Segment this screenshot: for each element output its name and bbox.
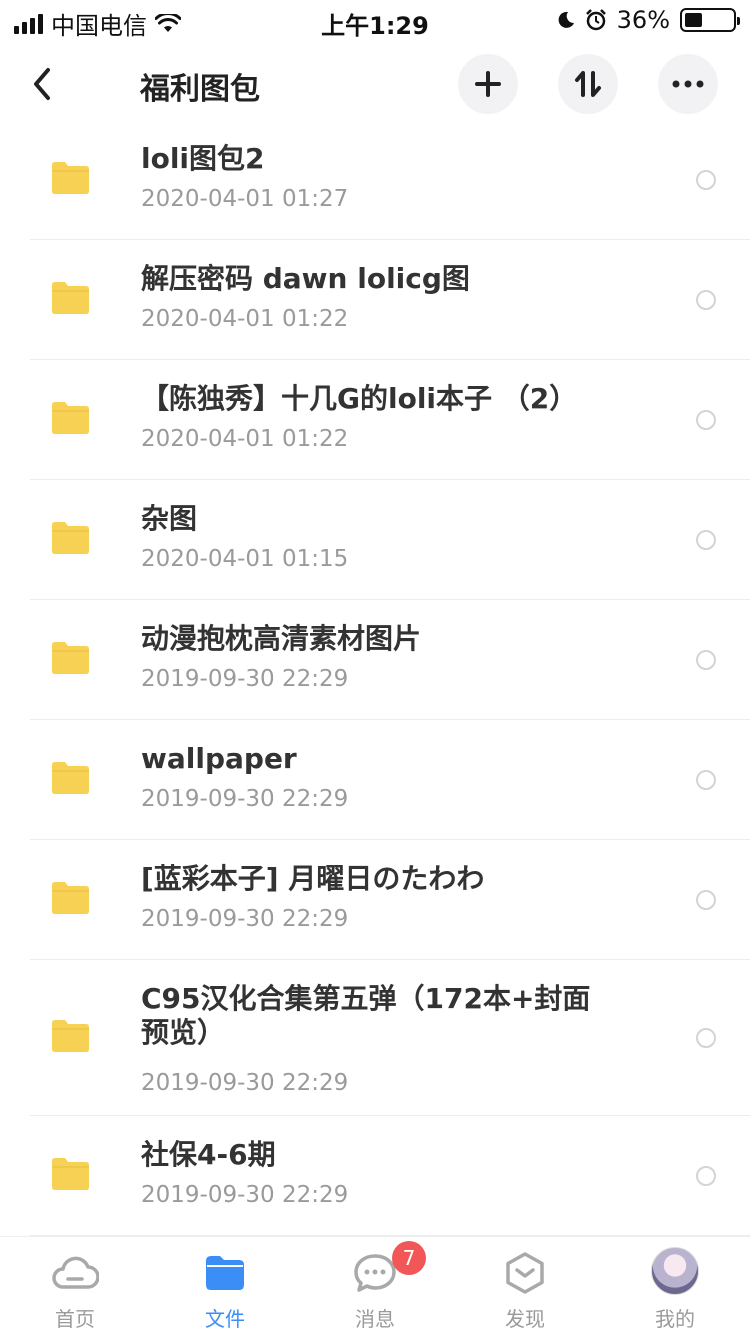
page-title: 福利图包 bbox=[140, 72, 260, 107]
folder-icon bbox=[52, 762, 89, 794]
tab-profile[interactable]: 我的 bbox=[600, 1237, 750, 1335]
select-radio[interactable] bbox=[696, 170, 716, 190]
list-item[interactable]: loli图包2 2020-04-01 01:27 bbox=[0, 120, 750, 240]
file-name: loli图包2 bbox=[141, 142, 265, 175]
sort-icon bbox=[575, 71, 601, 97]
file-date: 2020-04-01 01:22 bbox=[141, 306, 349, 332]
select-radio[interactable] bbox=[696, 890, 716, 910]
file-name: 解压密码 dawn lolicg图 bbox=[141, 262, 470, 295]
sort-button[interactable] bbox=[558, 54, 618, 114]
file-date: 2019-09-30 22:29 bbox=[141, 1070, 349, 1096]
tab-home[interactable]: 首页 bbox=[0, 1237, 150, 1335]
folder-icon bbox=[52, 1158, 89, 1190]
file-name: 动漫抱枕高清素材图片 bbox=[141, 622, 422, 655]
folder-icon bbox=[52, 1020, 89, 1052]
file-name: wallpaper bbox=[141, 742, 297, 775]
tab-bar: 首页 文件 消息 7 发现 我的 bbox=[0, 1236, 750, 1335]
tab-messages[interactable]: 消息 bbox=[300, 1237, 450, 1335]
list-item[interactable]: 社保4-6期 2019-09-30 22:29 bbox=[0, 1116, 750, 1236]
file-date: 2019-09-30 22:29 bbox=[141, 1182, 349, 1208]
file-date: 2019-09-30 22:29 bbox=[141, 906, 349, 932]
list-item[interactable]: C95汉化合集第五弹（172本+封面预览） 2019-09-30 22:29 bbox=[0, 960, 750, 1116]
folder-icon bbox=[52, 522, 89, 554]
list-item[interactable]: [蓝彩本子] 月曜日のたわわ 2019-09-30 22:29 bbox=[0, 840, 750, 960]
tab-files[interactable]: 文件 bbox=[150, 1237, 300, 1335]
discover-icon bbox=[506, 1252, 544, 1294]
file-name: 社保4-6期 bbox=[141, 1138, 276, 1171]
list-item[interactable]: 解压密码 dawn lolicg图 2020-04-01 01:22 bbox=[0, 240, 750, 360]
avatar bbox=[651, 1247, 699, 1295]
messages-badge: 7 bbox=[392, 1241, 426, 1275]
moon-icon bbox=[558, 11, 574, 28]
folder-icon bbox=[52, 402, 89, 434]
select-radio[interactable] bbox=[696, 1166, 716, 1186]
plus-icon bbox=[475, 71, 501, 97]
select-radio[interactable] bbox=[696, 650, 716, 670]
nav-header: 福利图包 bbox=[0, 48, 750, 120]
file-date: 2020-04-01 01:27 bbox=[141, 186, 349, 212]
file-list: loli图包2 2020-04-01 01:27 解压密码 dawn lolicg图… bbox=[0, 120, 750, 1236]
list-item[interactable]: 【陈独秀】十几G的loli本子 （2） 2020-04-01 01:22 bbox=[0, 360, 750, 480]
status-bar: 中国电信 上午1:29 36% bbox=[0, 0, 750, 40]
battery-icon bbox=[680, 8, 740, 32]
alarm-icon bbox=[585, 9, 606, 31]
tab-discover[interactable]: 发现 bbox=[450, 1237, 600, 1335]
back-icon bbox=[34, 68, 50, 100]
file-name: 杂图 bbox=[141, 502, 198, 535]
back-button[interactable] bbox=[26, 62, 66, 106]
file-name: [蓝彩本子] 月曜日のたわわ bbox=[141, 862, 485, 895]
tab-home-label: 首页 bbox=[55, 1307, 95, 1331]
folder-icon bbox=[52, 162, 89, 194]
file-date: 2020-04-01 01:22 bbox=[141, 426, 349, 452]
more-icon bbox=[672, 80, 704, 88]
list-item[interactable]: 动漫抱枕高清素材图片 2019-09-30 22:29 bbox=[0, 600, 750, 720]
file-date: 2019-09-30 22:29 bbox=[141, 666, 349, 692]
select-radio[interactable] bbox=[696, 1028, 716, 1048]
tab-files-label: 文件 bbox=[205, 1307, 245, 1331]
tab-discover-label: 发现 bbox=[505, 1307, 545, 1331]
folder-icon bbox=[52, 642, 89, 674]
list-item[interactable]: 杂图 2020-04-01 01:15 bbox=[0, 480, 750, 600]
list-item[interactable]: wallpaper 2019-09-30 22:29 bbox=[0, 720, 750, 840]
file-name: C95汉化合集第五弹（172本+封面预览） bbox=[141, 982, 591, 1049]
folder-icon bbox=[52, 282, 89, 314]
select-radio[interactable] bbox=[696, 770, 716, 790]
file-date: 2019-09-30 22:29 bbox=[141, 786, 349, 812]
folder-icon bbox=[52, 882, 89, 914]
tab-messages-label: 消息 bbox=[355, 1307, 395, 1331]
cloud-icon bbox=[52, 1256, 99, 1289]
more-button[interactable] bbox=[658, 54, 718, 114]
file-date: 2020-04-01 01:15 bbox=[141, 546, 349, 572]
select-radio[interactable] bbox=[696, 290, 716, 310]
select-radio[interactable] bbox=[696, 530, 716, 550]
tab-profile-label: 我的 bbox=[655, 1307, 695, 1331]
select-radio[interactable] bbox=[696, 410, 716, 430]
battery-percent: 36% bbox=[616, 6, 670, 34]
file-name: 【陈独秀】十几G的loli本子 （2） bbox=[141, 382, 578, 415]
add-button[interactable] bbox=[458, 54, 518, 114]
folder-icon bbox=[206, 1256, 244, 1290]
